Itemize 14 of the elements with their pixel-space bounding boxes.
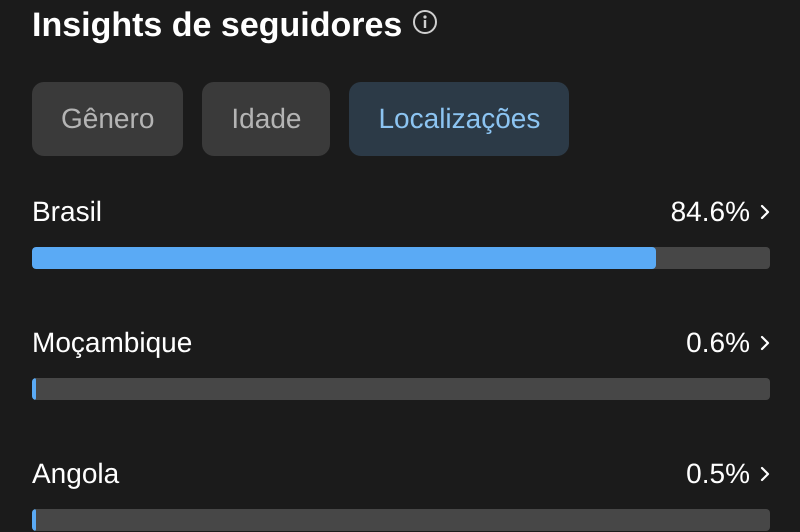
- percentage: 84.6%: [670, 198, 750, 226]
- chevron-icon[interactable]: [760, 335, 770, 351]
- chevron-icon[interactable]: [760, 204, 770, 220]
- location-name: Brasil: [32, 198, 102, 226]
- tab[interactable]: Idade: [202, 82, 330, 156]
- location-name: Moçambique: [32, 329, 192, 357]
- info-icon[interactable]: [412, 9, 438, 35]
- chevron-icon[interactable]: [760, 466, 770, 482]
- percentage: 0.5%: [686, 460, 750, 488]
- location-name: Angola: [32, 460, 120, 488]
- tab[interactable]: Localizações: [349, 82, 570, 156]
- tab[interactable]: Gênero: [32, 82, 184, 156]
- percentage: 0.6%: [686, 329, 750, 357]
- section-title: Insights de seguidores: [32, 8, 402, 42]
